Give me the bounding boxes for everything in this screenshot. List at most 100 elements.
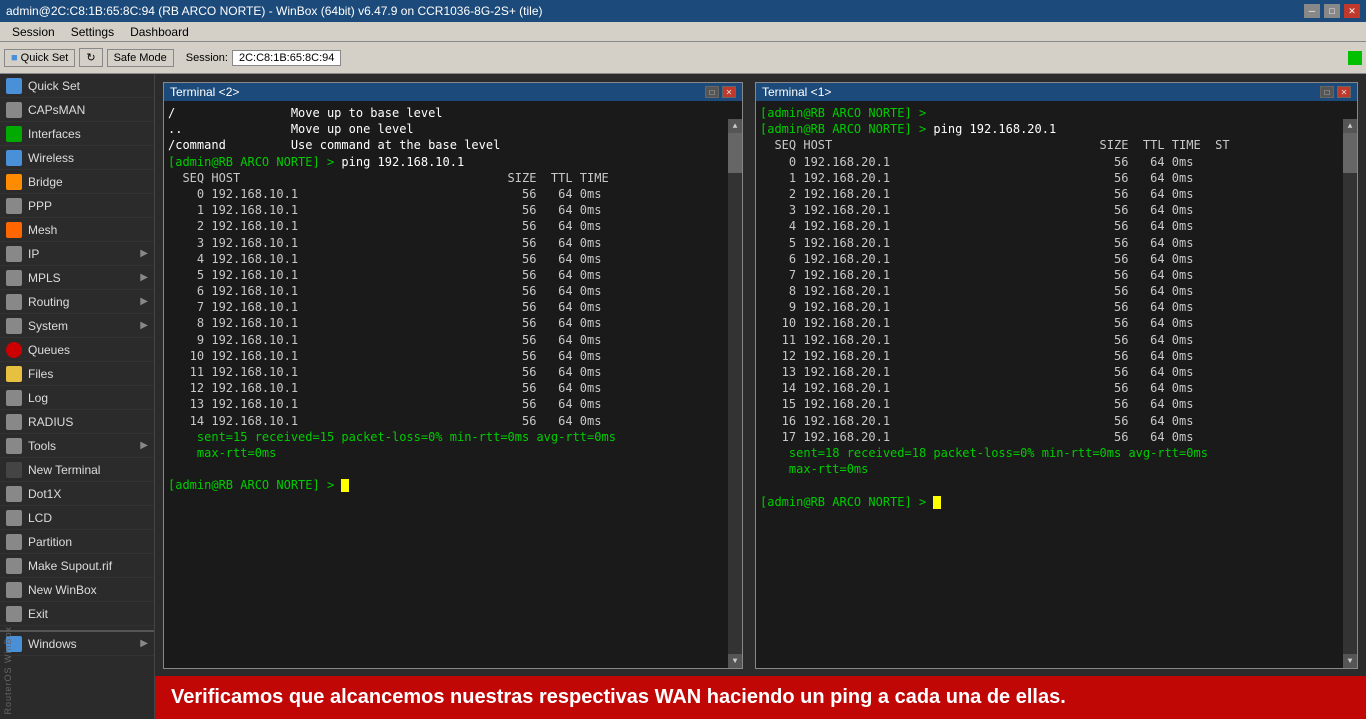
sidebar-item-wireless[interactable]: Wireless xyxy=(0,146,154,170)
sidebar-item-quick-set[interactable]: Quick Set xyxy=(0,74,154,98)
ppp-icon xyxy=(6,198,22,214)
sidebar-label-dot1x: Dot1X xyxy=(28,487,61,501)
tools-icon xyxy=(6,438,22,454)
sidebar-item-partition[interactable]: Partition xyxy=(0,530,154,554)
files-icon xyxy=(6,366,22,382)
terminal-2-body[interactable]: / Move up to base level .. Move up one l… xyxy=(164,101,742,668)
menu-dashboard[interactable]: Dashboard xyxy=(122,23,197,41)
sidebar-label-windows: Windows xyxy=(28,637,77,651)
terminal-1-restore[interactable]: □ xyxy=(1320,86,1334,98)
sidebar-item-new-terminal[interactable]: New Terminal xyxy=(0,458,154,482)
ip-arrow: ▶ xyxy=(140,248,148,259)
sidebar-label-queues: Queues xyxy=(28,343,70,357)
sidebar-item-mesh[interactable]: Mesh xyxy=(0,218,154,242)
sidebar-label-mesh: Mesh xyxy=(28,223,57,237)
sidebar-label-new-winbox: New WinBox xyxy=(28,583,97,597)
sidebar-item-bridge[interactable]: Bridge xyxy=(0,170,154,194)
menu-settings[interactable]: Settings xyxy=(63,23,122,41)
terminal-1-scroll-thumb[interactable] xyxy=(1343,133,1357,173)
sidebar-label-capsman: CAPsMAN xyxy=(28,103,85,117)
routeros-label: RouterOS WinBox xyxy=(2,622,14,719)
title-text: admin@2C:C8:1B:65:8C:94 (RB ARCO NORTE) … xyxy=(6,4,543,18)
sidebar-item-capsman[interactable]: CAPsMAN xyxy=(0,98,154,122)
sidebar-item-log[interactable]: Log xyxy=(0,386,154,410)
terminal-1-scrollbar[interactable]: ▲ ▼ xyxy=(1343,119,1357,668)
terminal-1-scroll-down[interactable]: ▼ xyxy=(1343,654,1357,668)
sidebar-item-queues[interactable]: Queues xyxy=(0,338,154,362)
terminal-2-scroll-down[interactable]: ▼ xyxy=(728,654,742,668)
new-terminal-icon xyxy=(6,462,22,478)
terminal-1-titlebar: Terminal <1> □ ✕ xyxy=(756,83,1357,101)
sidebar-item-ip[interactable]: IP ▶ xyxy=(0,242,154,266)
menu-session[interactable]: Session xyxy=(4,23,63,41)
sidebar-label-ip: IP xyxy=(28,247,39,261)
toolbar: ■ Quick Set ↻ Safe Mode Session: 2C:C8:1… xyxy=(0,42,1366,74)
terminal-1-content: [admin@RB ARCO NORTE] > [admin@RB ARCO N… xyxy=(760,105,1353,510)
quick-set-icon: ■ xyxy=(11,52,18,64)
sidebar-item-exit[interactable]: Exit xyxy=(0,602,154,626)
terminal-2-scroll-up[interactable]: ▲ xyxy=(728,119,742,133)
sidebar-item-dot1x[interactable]: Dot1X xyxy=(0,482,154,506)
sidebar: Quick Set CAPsMAN Interfaces Wireless Br… xyxy=(0,74,155,719)
mpls-icon xyxy=(6,270,22,286)
log-icon xyxy=(6,390,22,406)
safe-mode-button[interactable]: Safe Mode xyxy=(107,49,174,67)
mesh-icon xyxy=(6,222,22,238)
new-winbox-icon xyxy=(6,582,22,598)
sidebar-item-files[interactable]: Files xyxy=(0,362,154,386)
quick-set-icon xyxy=(6,78,22,94)
exit-icon xyxy=(6,606,22,622)
terminal-2-titlebar: Terminal <2> □ ✕ xyxy=(164,83,742,101)
sidebar-item-tools[interactable]: Tools ▶ xyxy=(0,434,154,458)
minimize-button[interactable]: ─ xyxy=(1304,4,1320,18)
sidebar-label-new-terminal: New Terminal xyxy=(28,463,100,477)
sidebar-item-mpls[interactable]: MPLS ▶ xyxy=(0,266,154,290)
content-area: Terminal <2> □ ✕ / Move up to base level… xyxy=(155,74,1366,719)
terminal-2-restore[interactable]: □ xyxy=(705,86,719,98)
terminal-1-scroll-up[interactable]: ▲ xyxy=(1343,119,1357,133)
routing-icon xyxy=(6,294,22,310)
quick-set-button[interactable]: ■ Quick Set xyxy=(4,49,75,67)
close-button[interactable]: ✕ xyxy=(1344,4,1360,18)
sidebar-item-lcd[interactable]: LCD xyxy=(0,506,154,530)
sidebar-item-make-supout[interactable]: Make Supout.rif xyxy=(0,554,154,578)
sidebar-item-new-winbox[interactable]: New WinBox xyxy=(0,578,154,602)
sidebar-label-wireless: Wireless xyxy=(28,151,74,165)
sidebar-label-ppp: PPP xyxy=(28,199,52,213)
terminal-2-scrollbar[interactable]: ▲ ▼ xyxy=(728,119,742,668)
refresh-button[interactable]: ↻ xyxy=(79,48,102,67)
terminal-1-close[interactable]: ✕ xyxy=(1337,86,1351,98)
connection-indicator xyxy=(1348,51,1362,65)
tools-arrow: ▶ xyxy=(140,440,148,451)
maximize-button[interactable]: □ xyxy=(1324,4,1340,18)
sidebar-label-partition: Partition xyxy=(28,535,72,549)
routing-arrow: ▶ xyxy=(140,296,148,307)
sidebar-item-windows[interactable]: Windows ▶ xyxy=(0,632,154,656)
sidebar-label-files: Files xyxy=(28,367,53,381)
sidebar-label-exit: Exit xyxy=(28,607,48,621)
session-value: 2C:C8:1B:65:8C:94 xyxy=(232,50,341,66)
session-label: Session: xyxy=(186,52,228,64)
queues-icon xyxy=(6,342,22,358)
sidebar-label-system: System xyxy=(28,319,68,333)
radius-icon xyxy=(6,414,22,430)
terminal-2-close[interactable]: ✕ xyxy=(722,86,736,98)
bridge-icon xyxy=(6,174,22,190)
sidebar-label-tools: Tools xyxy=(28,439,56,453)
terminal-2-scroll-thumb[interactable] xyxy=(728,133,742,173)
sidebar-item-routing[interactable]: Routing ▶ xyxy=(0,290,154,314)
sidebar-item-ppp[interactable]: PPP xyxy=(0,194,154,218)
windows-arrow: ▶ xyxy=(140,638,148,649)
dot1x-icon xyxy=(6,486,22,502)
ip-icon xyxy=(6,246,22,262)
sidebar-item-interfaces[interactable]: Interfaces xyxy=(0,122,154,146)
session-box: Session: 2C:C8:1B:65:8C:94 xyxy=(186,50,342,66)
terminal-1-title: Terminal <1> xyxy=(762,85,831,99)
make-supout-icon xyxy=(6,558,22,574)
sidebar-item-radius[interactable]: RADIUS xyxy=(0,410,154,434)
sidebar-label-mpls: MPLS xyxy=(28,271,61,285)
terminal-1-body[interactable]: [admin@RB ARCO NORTE] > [admin@RB ARCO N… xyxy=(756,101,1357,668)
sidebar-label-bridge: Bridge xyxy=(28,175,63,189)
capsman-icon xyxy=(6,102,22,118)
sidebar-item-system[interactable]: System ▶ xyxy=(0,314,154,338)
